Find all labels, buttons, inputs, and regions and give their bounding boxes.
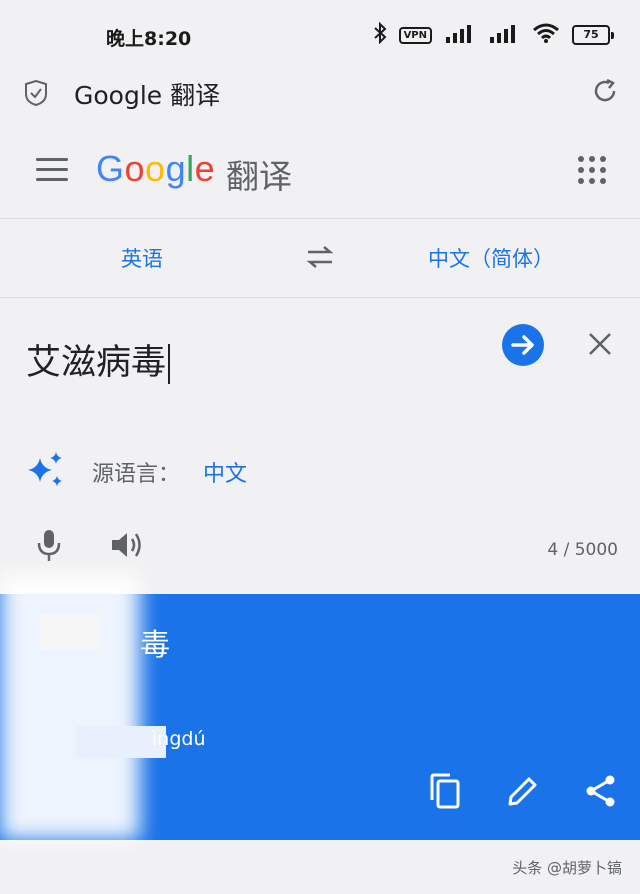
bluetooth-icon — [373, 21, 387, 48]
translate-button[interactable] — [502, 324, 544, 366]
speaker-icon[interactable] — [110, 530, 146, 564]
logo-letter: G — [96, 148, 125, 189]
logo-letter: g — [165, 148, 187, 189]
signal-icon — [444, 23, 476, 47]
sparkle-icon — [26, 452, 66, 492]
vpn-badge: VPN — [398, 26, 432, 44]
share-icon[interactable] — [584, 774, 618, 812]
status-bar: 晚上8:20 VPN 75 — [0, 0, 640, 66]
apps-grid-icon[interactable] — [578, 156, 606, 184]
status-icons: VPN 75 — [373, 21, 614, 48]
logo-letter: o — [145, 148, 166, 189]
source-text: 艾滋病毒 — [26, 343, 167, 383]
google-logo: Google — [96, 148, 215, 190]
source-language-button[interactable]: 英语 — [121, 243, 163, 273]
language-bar: 英语 中文（简体） — [0, 219, 640, 298]
character-count: 4 / 5000 — [547, 540, 618, 560]
detected-language-label: 源语言： — [92, 462, 181, 487]
transliteration-text: ìngdú — [152, 728, 206, 750]
app-header: Google 翻译 — [0, 130, 640, 219]
wifi-icon — [532, 23, 560, 47]
arrow-right-icon — [511, 335, 534, 355]
menu-icon[interactable] — [36, 158, 68, 188]
status-time: 晚上8:20 — [106, 28, 192, 50]
browser-bar: Google 翻译 — [0, 66, 640, 120]
microphone-icon[interactable] — [36, 528, 62, 566]
reload-icon[interactable] — [592, 78, 618, 108]
edit-icon[interactable] — [506, 774, 540, 812]
detected-language-value[interactable]: 中文 — [203, 456, 247, 488]
translation-text: 毒 — [140, 628, 170, 663]
swap-languages-icon[interactable] — [304, 245, 336, 273]
logo-letter: l — [186, 148, 195, 189]
battery-indicator: 75 — [572, 25, 614, 45]
signal-icon-2 — [488, 23, 520, 47]
copy-icon[interactable] — [428, 772, 462, 814]
input-area: 艾滋病毒 源语言： 中文 4 / 5000 — [0, 298, 640, 594]
logo-letter: e — [194, 148, 216, 189]
translation-result-card: 毒 ìngdú — [0, 574, 640, 840]
close-icon[interactable] — [586, 330, 614, 362]
logo-suffix: 翻译 — [226, 157, 292, 196]
text-caret — [168, 344, 171, 384]
watermark: 头条 @胡萝卜镐 — [512, 859, 622, 877]
target-language-button[interactable]: 中文（简体） — [428, 243, 554, 273]
blurred-overlay — [40, 614, 100, 650]
shield-icon[interactable] — [24, 79, 48, 110]
browser-title: Google 翻译 — [74, 81, 221, 110]
source-text-input[interactable]: 艾滋病毒 — [26, 334, 171, 385]
logo-letter: o — [124, 148, 146, 189]
